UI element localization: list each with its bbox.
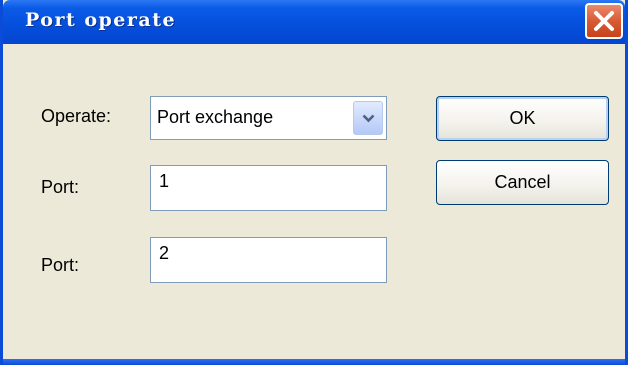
operate-select-value: Port exchange [157,107,274,127]
dropdown-button[interactable] [353,101,383,135]
title-bar[interactable]: Port operate [3,0,625,44]
port-field-2[interactable] [150,237,387,283]
port-label-1: Port: [41,177,80,197]
cancel-button[interactable]: Cancel [436,160,609,205]
port-field-1[interactable] [150,165,387,211]
dialog-window: Port operate Operate: Port exchange Port… [0,0,628,365]
operate-label: Operate: [41,106,112,126]
port-input-1[interactable] [151,166,386,210]
close-button[interactable] [585,3,623,39]
close-x-icon [594,11,614,31]
port-input-2[interactable] [151,238,386,282]
operate-select[interactable]: Port exchange [150,96,387,140]
port-label-2: Port: [41,255,80,275]
chevron-down-icon [362,114,375,123]
window-frame-bottom [3,359,625,365]
ok-button[interactable]: OK [436,96,609,141]
window-title: Port operate [25,9,177,31]
